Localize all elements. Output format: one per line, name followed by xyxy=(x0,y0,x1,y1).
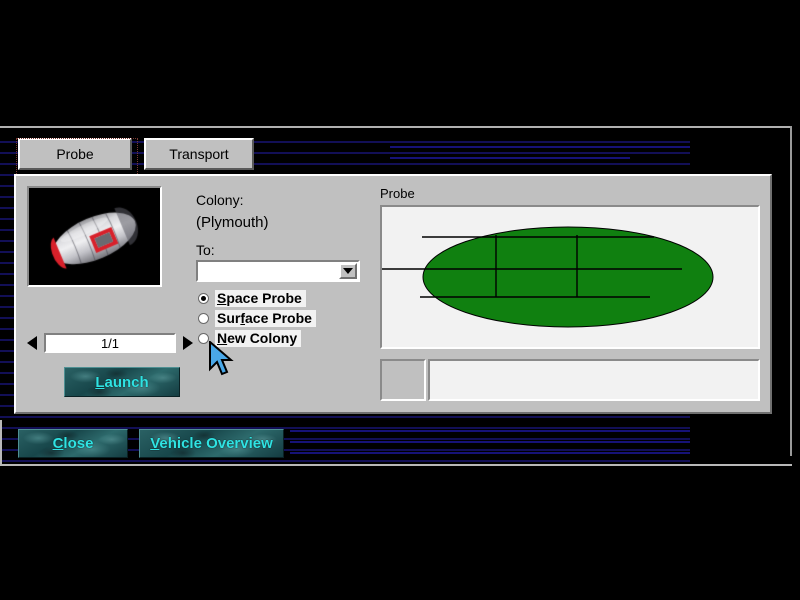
radio-new-colony-indicator xyxy=(198,333,209,344)
close-button[interactable]: Close xyxy=(18,429,128,458)
background-line xyxy=(290,452,690,454)
radio-space-probe-indicator xyxy=(198,293,209,304)
launch-button[interactable]: Launch xyxy=(64,367,180,397)
chevron-down-glyph xyxy=(343,268,353,274)
game-screen: Probe Transport Colony: (Plymouth) To: S… xyxy=(0,0,800,600)
probe-status-field xyxy=(428,359,760,401)
background-mask-bottom xyxy=(0,466,800,600)
triangle-right-icon[interactable] xyxy=(180,333,196,353)
probe-status-icon-box xyxy=(380,359,426,401)
probe-dialog-panel: Colony: (Plymouth) To: Space Probe Surfa… xyxy=(14,174,772,414)
vehicle-thumbnail-canvas xyxy=(29,188,160,285)
chevron-down-icon[interactable] xyxy=(339,263,357,279)
probe-group-title: Probe xyxy=(380,186,415,201)
tab-probe-label: Probe xyxy=(56,146,93,162)
probe-diagram-view xyxy=(380,205,760,349)
page-spinner-field[interactable]: 1/1 xyxy=(44,333,176,353)
page-spinner: 1/1 xyxy=(24,331,196,355)
colony-value: (Plymouth) xyxy=(196,214,269,231)
background-line xyxy=(290,430,690,432)
triangle-right-glyph xyxy=(183,336,193,350)
vehicle-overview-button-label: Vehicle Overview xyxy=(150,435,273,452)
probe-diagram-svg xyxy=(382,207,758,347)
tab-bar: Probe Transport xyxy=(18,136,778,176)
launch-button-label: Launch xyxy=(95,374,148,391)
vehicle-overview-button[interactable]: Vehicle Overview xyxy=(139,429,284,458)
probe-hull-ellipse xyxy=(423,227,713,327)
radio-surface-probe-indicator xyxy=(198,313,209,324)
vehicle-thumbnail xyxy=(27,186,162,287)
radio-new-colony-label: New Colony xyxy=(215,330,301,347)
triangle-left-glyph xyxy=(27,336,37,350)
radio-new-colony[interactable]: New Colony xyxy=(198,328,301,348)
radio-surface-probe[interactable]: Surface Probe xyxy=(198,308,316,328)
background-mask-top xyxy=(0,0,800,141)
close-button-label: Close xyxy=(53,435,94,452)
radio-space-probe[interactable]: Space Probe xyxy=(198,288,306,308)
destination-combobox[interactable] xyxy=(196,260,360,282)
tab-probe[interactable]: Probe xyxy=(18,138,132,170)
probe-group: Probe xyxy=(378,186,762,404)
to-label: To: xyxy=(196,242,215,258)
triangle-left-icon[interactable] xyxy=(24,333,40,353)
background-line xyxy=(290,441,690,443)
radio-space-probe-label: Space Probe xyxy=(215,290,306,307)
tab-transport[interactable]: Transport xyxy=(144,138,254,170)
radio-surface-probe-label: Surface Probe xyxy=(215,310,316,327)
tab-transport-label: Transport xyxy=(169,146,228,162)
colony-label: Colony: xyxy=(196,192,243,208)
